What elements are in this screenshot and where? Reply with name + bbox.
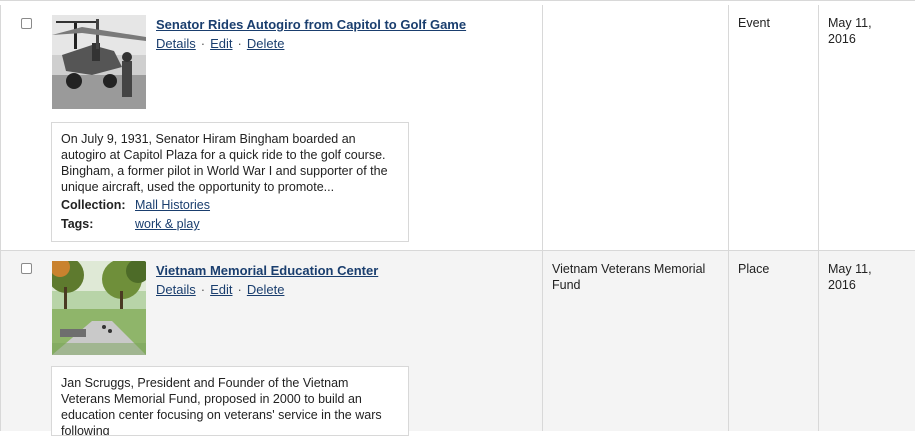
date-text: May 11, 2016 (828, 16, 872, 46)
checkbox-cell (1, 251, 11, 431)
type-cell: Event (728, 5, 819, 250)
tags-row: Tags: work & play (61, 215, 399, 234)
item-description: On July 9, 1931, Senator Hiram Bingham b… (61, 132, 388, 194)
separator: · (200, 282, 206, 297)
date-text: May 11, 2016 (828, 262, 872, 292)
collection-label: Collection: (61, 198, 126, 212)
item-description-box: Jan Scruggs, President and Founder of th… (51, 366, 409, 436)
separator: · (237, 36, 242, 51)
type-text: Event (738, 16, 770, 30)
tag-link[interactable]: work & play (135, 215, 200, 234)
item-actions: Details · Edit · Delete (156, 282, 284, 297)
delete-link[interactable]: Delete (247, 36, 285, 51)
item-title-link[interactable]: Senator Rides Autogiro from Capitol to G… (156, 17, 466, 32)
item-title-link[interactable]: Vietnam Memorial Education Center (156, 263, 378, 278)
memorial-park-photo-image (52, 261, 146, 355)
tags-label: Tags: (61, 217, 94, 231)
item-actions: Details · Edit · Delete (156, 36, 284, 51)
creator-cell: Vietnam Veterans Memorial Fund (542, 251, 728, 431)
items-table: Event May 11, 2016 Senator Rides Autogir… (0, 0, 915, 436)
table-row: Event May 11, 2016 Senator Rides Autogir… (0, 5, 915, 251)
creator-text: Vietnam Veterans Memorial Fund (552, 262, 706, 292)
row-select-checkbox[interactable] (21, 18, 32, 29)
item-description: Jan Scruggs, President and Founder of th… (61, 376, 382, 436)
edit-link[interactable]: Edit (210, 36, 232, 51)
autogiro-photo-image (52, 15, 146, 109)
delete-link[interactable]: Delete (247, 282, 285, 297)
item-thumbnail[interactable] (52, 261, 146, 355)
checkbox-cell (1, 5, 11, 250)
details-link[interactable]: Details (156, 36, 196, 51)
table-row: Vietnam Veterans Memorial Fund Place May… (0, 251, 915, 436)
collection-link[interactable]: Mall Histories (135, 196, 210, 215)
details-link[interactable]: Details (156, 282, 196, 297)
item-meta: Collection: Mall Histories Tags: work & … (61, 196, 399, 234)
row-select-checkbox[interactable] (21, 263, 32, 274)
edit-link[interactable]: Edit (210, 282, 232, 297)
collection-row: Collection: Mall Histories (61, 196, 399, 215)
separator: · (200, 36, 206, 51)
date-cell: May 11, 2016 (818, 5, 915, 250)
creator-cell (542, 5, 728, 250)
item-thumbnail[interactable] (52, 15, 146, 109)
type-text: Place (738, 262, 770, 276)
separator: · (237, 282, 242, 297)
date-cell: May 11, 2016 (818, 251, 915, 431)
type-cell: Place (728, 251, 819, 431)
item-description-box: On July 9, 1931, Senator Hiram Bingham b… (51, 122, 409, 242)
